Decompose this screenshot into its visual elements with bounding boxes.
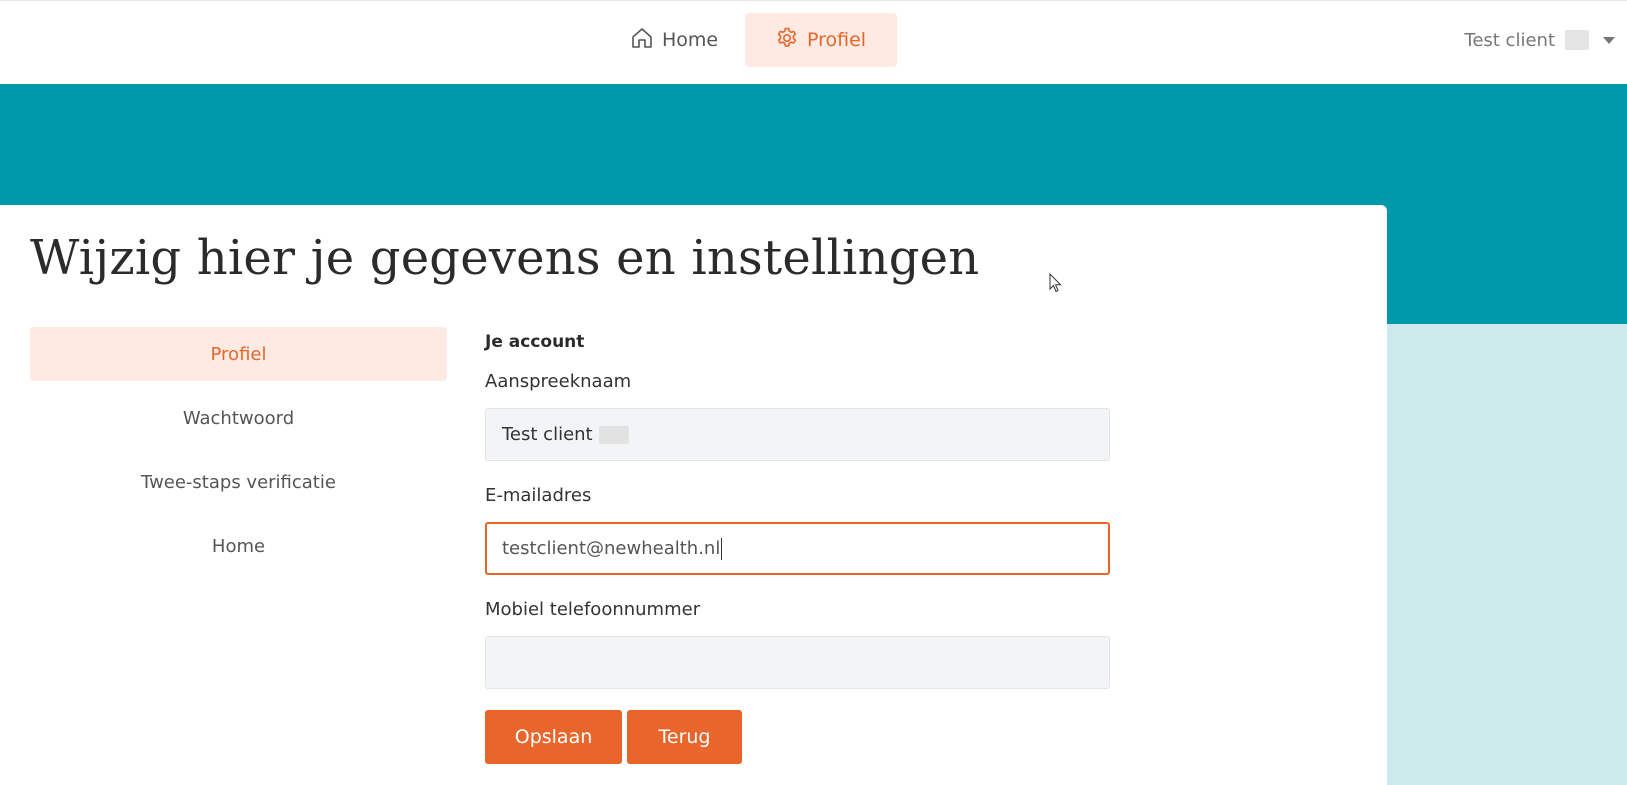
user-name: Test client [1464, 29, 1555, 51]
name-field-value: Test client [502, 424, 593, 445]
save-button[interactable]: Opslaan [485, 710, 622, 764]
sidebar-item-profiel[interactable]: Profiel [30, 327, 447, 381]
sidebar-item-home[interactable]: Home [30, 519, 447, 573]
settings-card: Wijzig hier je gegevens en instellingen … [0, 205, 1387, 785]
back-button[interactable]: Terug [627, 710, 742, 764]
page-title: Wijzig hier je gegevens en instellingen [30, 230, 980, 286]
email-label: E-mailadres [485, 485, 592, 506]
name-field[interactable]: Test client [485, 408, 1110, 461]
name-label: Aanspreeknaam [485, 371, 632, 392]
sidebar-item-label: Profiel [210, 343, 267, 365]
user-menu-dropdown[interactable]: Test client [1464, 25, 1615, 55]
email-field-value: testclient@newhealth.nl [502, 538, 721, 559]
sidebar-item-label: Wachtwoord [182, 407, 295, 429]
nav-home-link[interactable]: Home [618, 13, 726, 67]
home-icon [630, 26, 654, 55]
mouse-pointer-icon [1049, 273, 1062, 293]
top-navigation: Home Profiel Test client [0, 0, 1627, 84]
nav-profiel-label: Profiel [807, 29, 867, 51]
chevron-down-icon [1603, 36, 1615, 44]
gear-icon [775, 26, 799, 55]
name-redaction [598, 425, 629, 444]
sidebar-item-twee-staps-verificatie[interactable]: Twee-staps verificatie [30, 455, 447, 509]
nav-profiel-link[interactable]: Profiel [745, 13, 897, 67]
email-field[interactable]: testclient@newhealth.nl [485, 522, 1110, 575]
form-heading: Je account [485, 332, 585, 352]
nav-home-label: Home [662, 29, 719, 51]
text-cursor [721, 537, 723, 560]
user-name-redaction [1565, 30, 1589, 50]
sidebar-item-label: Home [211, 535, 266, 557]
phone-field[interactable] [485, 636, 1110, 689]
sidebar-item-wachtwoord[interactable]: Wachtwoord [30, 391, 447, 445]
sidebar-item-label: Twee-staps verificatie [141, 471, 336, 493]
phone-label: Mobiel telefoonnummer [485, 599, 701, 620]
